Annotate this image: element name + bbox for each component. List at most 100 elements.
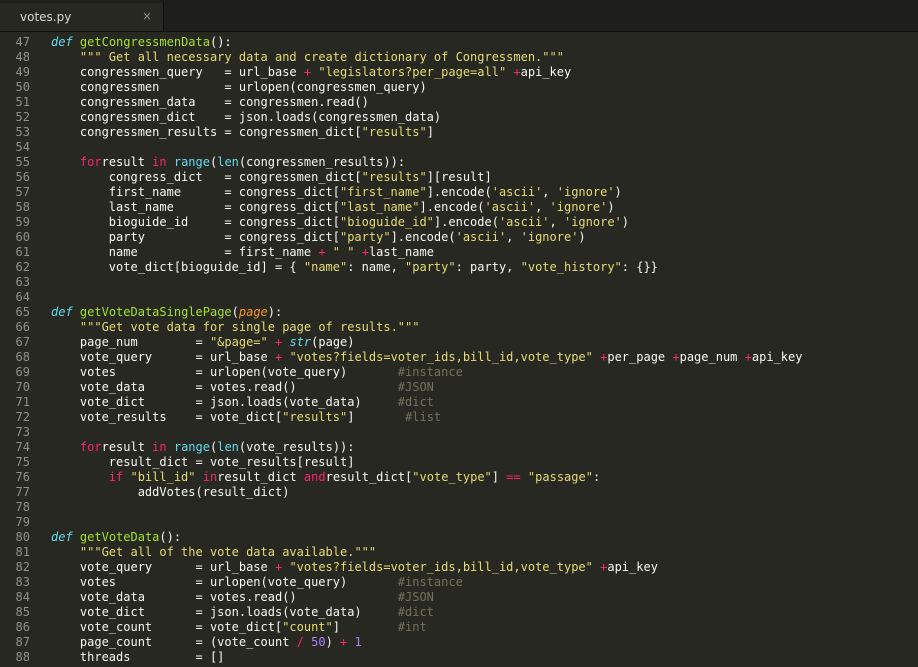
code-text: """Get vote data for single page of resu… [51,320,420,335]
code-token: congressmen_results = congressmen_dict[ [51,125,362,139]
line-number: 70 [15,380,30,394]
code-line[interactable]: 73 [0,425,918,440]
code-token: ) [621,215,629,229]
code-text: vote_dict = json.loads(vote_data) #dict [51,605,434,620]
code-line[interactable]: 57 first_name = congress_dict["first_nam… [0,185,918,200]
code-line[interactable]: 78 [0,500,918,515]
code-editor[interactable]: 47 def getCongressmenData(): 48 """ Get al… [0,35,918,667]
code-token: page_num [679,350,745,364]
code-token: , [535,200,550,214]
line-number: 72 [15,410,30,424]
code-line[interactable]: 49 congressmen_query = url_base + "legis… [0,65,918,80]
code-line[interactable]: 82 vote_query = url_base + "votes?fields… [0,560,918,575]
code-line[interactable]: 72 vote_results = vote_dict["results"] #… [0,410,918,425]
code-text: if "bill_id" inresult_dict andresult_dic… [51,470,600,485]
code-line[interactable]: 47 def getCongressmenData(): [0,35,918,50]
line-number: 65 [15,305,30,319]
code-token: , [506,230,521,244]
code-line[interactable]: 75 result_dict = vote_results[result] [0,455,918,470]
code-token: getVoteDataSinglePage [79,305,232,319]
code-token: result_dict = vote_results[result] [51,455,355,469]
close-icon[interactable]: × [142,9,152,23]
line-number: 80 [15,530,30,544]
code-line[interactable]: 67 page_num = "&page=" + str(page) [0,335,918,350]
code-token: / [289,635,304,649]
code-line[interactable]: 50 congressmen = urlopen(congressmen_que… [0,80,918,95]
code-line[interactable]: 68 vote_query = url_base + "votes?fields… [0,350,918,365]
code-line[interactable]: 58 last_name = congress_dict["last_name"… [0,200,918,215]
code-line[interactable]: 53 congressmen_results = congressmen_dic… [0,125,918,140]
code-line[interactable]: 62 vote_dict[bioguide_id] = { "name": na… [0,260,918,275]
code-line[interactable]: 55 forresult in range(len(congressmen_re… [0,155,918,170]
code-line[interactable]: 65 def getVoteDataSinglePage(page): [0,305,918,320]
code-token: addVotes(result_dict) [51,485,290,499]
code-line[interactable]: 85 vote_dict = json.loads(vote_data) #di… [0,605,918,620]
code-token: "&page=" [209,335,268,349]
code-line[interactable]: 51 congressmen_data = congressmen.read() [0,95,918,110]
code-line[interactable]: 59 bioguide_id = congress_dict["bioguide… [0,215,918,230]
code-text: vote_query = url_base + "votes?fields=vo… [51,350,803,365]
code-text: def getCongressmenData(): [51,35,232,50]
code-token: + [672,350,680,364]
code-line[interactable]: 48 """ Get all necessary data and create… [0,50,918,65]
code-token: 'ascii' [484,200,536,214]
code-token: "party" [405,260,456,274]
code-token: "first_name" [339,185,427,199]
line-number: 82 [15,560,30,574]
code-line[interactable]: 63 [0,275,918,290]
code-line[interactable]: 86 vote_count = vote_dict["count"] #int [0,620,918,635]
code-line[interactable]: 60 party = congress_dict["party"].encode… [0,230,918,245]
code-token: for [79,155,102,169]
code-text: votes = urlopen(vote_query) #instance [51,365,463,380]
code-line[interactable]: 52 congressmen_dict = json.loads(congres… [0,110,918,125]
code-text: vote_results = vote_dict["results"] #lis… [51,410,441,425]
code-token: result [101,155,153,169]
code-line[interactable]: 84 vote_data = votes.read() #JSON [0,590,918,605]
code-token: in [202,470,218,484]
code-line[interactable]: 80 def getVoteData(): [0,530,918,545]
code-token: "results" [361,125,427,139]
code-text: def getVoteDataSinglePage(page): [51,305,282,320]
code-text: """Get all of the vote data available.""… [51,545,376,560]
code-token: #instance [397,365,463,379]
code-token: range [173,440,210,454]
line-number: 63 [15,275,30,289]
code-line[interactable]: 79 [0,515,918,530]
code-line[interactable]: 87 page_count = (vote_count / 50) + 1 [0,635,918,650]
code-text: vote_data = votes.read() #JSON [51,590,434,605]
code-line[interactable]: 88 threads = [] [0,650,918,665]
tab-bar: votes.py × [0,0,918,32]
line-number: 77 [15,485,30,499]
code-token: #JSON [397,380,434,394]
code-line[interactable]: 66 """Get vote data for single page of r… [0,320,918,335]
code-line[interactable]: 76 if "bill_id" inresult_dict andresult_… [0,470,918,485]
code-line[interactable]: 83 votes = urlopen(vote_query) #instance [0,575,918,590]
tab-votes-py[interactable]: votes.py × [0,3,164,31]
code-token: threads = [] [51,650,225,664]
code-token: if [108,470,124,484]
line-number: 69 [15,365,30,379]
code-line[interactable]: 74 forresult in range(len(vote_results))… [0,440,918,455]
code-line[interactable]: 69 votes = urlopen(vote_query) #instance [0,365,918,380]
code-line[interactable]: 56 congress_dict = congressmen_dict["res… [0,170,918,185]
line-number: 75 [15,455,30,469]
code-token: (): [209,35,232,49]
code-token: #dict [397,605,434,619]
line-number: 50 [15,80,30,94]
code-text: forresult in range(len(congressmen_resul… [51,155,405,170]
code-line[interactable]: 64 [0,290,918,305]
code-line[interactable]: 61 name = first_name + " " +last_name [0,245,918,260]
line-number: 60 [15,230,30,244]
code-line[interactable]: 77 addVotes(result_dict) [0,485,918,500]
code-token: "party" [339,230,391,244]
code-token: len [217,155,239,169]
code-line[interactable]: 70 vote_data = votes.read() #JSON [0,380,918,395]
code-line[interactable]: 71 vote_dict = json.loads(vote_data) #di… [0,395,918,410]
line-number: 78 [15,500,30,514]
line-number: 61 [15,245,30,259]
code-line[interactable]: 54 [0,140,918,155]
code-line[interactable]: 81 """Get all of the vote data available… [0,545,918,560]
